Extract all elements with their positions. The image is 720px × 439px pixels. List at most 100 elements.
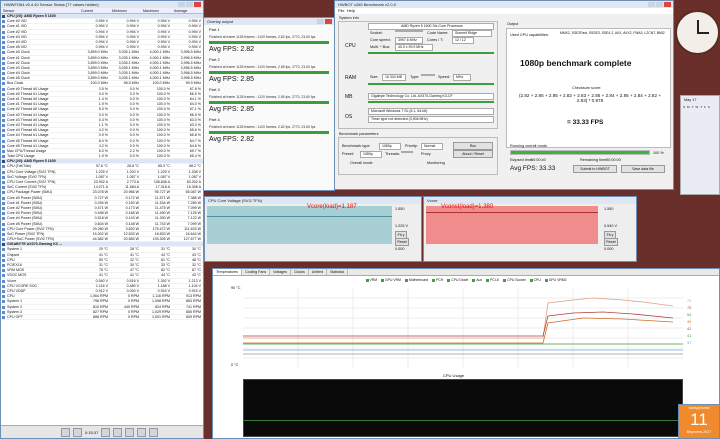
minimize-icon[interactable] — [317, 19, 324, 24]
column-minimum[interactable]: Minimum — [110, 8, 141, 13]
hwinfo-titlebar[interactable]: HWiNFO64 v5.4.40 Sensor Status [77 value… — [1, 1, 203, 8]
part-avg-fps: Avg FPS: 2.85 — [209, 106, 255, 113]
average-value: 1.104 V — [188, 283, 201, 288]
checkbox-icon[interactable] — [472, 278, 476, 282]
overall-mode-checkbox[interactable]: Overall mode — [350, 161, 373, 165]
voltage-reset-button[interactable]: Reset — [395, 238, 409, 246]
submit-button[interactable]: Submit to HWBOT — [573, 165, 617, 173]
benchmark-titlebar[interactable]: HWBOT x265 Benchmark v2.0.0 — [335, 1, 673, 8]
legend-item[interactable]: GPU VRM — [381, 278, 401, 282]
sensor-list[interactable]: CPU [#0]: AMD Ryzen 5 1600 Core #0 VID 0.9… — [1, 14, 203, 321]
vcore-reset-button[interactable]: Reset — [604, 238, 618, 246]
minimum-value: 0.0 % — [129, 154, 139, 159]
average-value: 58.2 °C — [188, 164, 201, 169]
average-value: 3,996.5 MHz — [180, 76, 201, 81]
legend-item[interactable]: VRM — [365, 278, 377, 282]
minimize-icon[interactable] — [178, 2, 185, 7]
column-average[interactable]: Average — [172, 8, 203, 13]
tab-clocks[interactable]: Clocks — [291, 269, 309, 275]
legend-item[interactable]: Motherboard — [404, 278, 428, 282]
save-data-button[interactable]: Save data file — [621, 165, 665, 173]
maximum-value: 11.490 W — [154, 211, 170, 216]
current-value: 798 RPM — [93, 299, 108, 304]
checkbox-icon[interactable] — [544, 278, 548, 282]
legend-item[interactable]: GPU VRM2 — [544, 278, 567, 282]
checkbox-icon[interactable] — [365, 278, 369, 282]
menu-help[interactable]: Help — [347, 8, 355, 13]
maximize-icon[interactable] — [186, 2, 193, 7]
proxy-checkbox[interactable]: Proxy — [421, 152, 431, 156]
legend-item[interactable]: CPU — [529, 278, 541, 282]
tab-temperatures[interactable]: Temperatures — [213, 269, 242, 275]
checkbox-icon[interactable] — [432, 278, 436, 282]
column-current[interactable]: Current — [79, 8, 110, 13]
minimum-value — [110, 242, 141, 246]
reset-icon[interactable] — [137, 427, 147, 437]
nav-right-icon[interactable] — [73, 427, 82, 437]
close-sensors-icon[interactable] — [149, 427, 159, 437]
legend-item[interactable]: CPU Diode — [447, 278, 468, 282]
overlay-titlebar[interactable]: Overlay output — [204, 18, 334, 25]
vcore-graph-titlebar[interactable]: Vcore — [424, 197, 636, 204]
part-label: Part 3 — [209, 87, 220, 92]
preset-select[interactable]: 1080p — [360, 151, 382, 158]
checkbox-icon[interactable] — [529, 278, 533, 282]
checkbox-icon[interactable] — [503, 278, 507, 282]
average-value: 66.5 % — [189, 112, 201, 117]
weekday-label: S — [683, 105, 686, 109]
run-button[interactable]: Run — [453, 142, 493, 150]
threads-select[interactable] — [401, 151, 413, 153]
voltage-note: Vcore(load)=1.187 — [307, 204, 357, 210]
close-icon[interactable] — [194, 2, 201, 7]
legend-item[interactable]: PCH — [432, 278, 443, 282]
current-value: 41 °C — [98, 273, 108, 278]
tab-statistics[interactable]: Statistics — [327, 269, 349, 275]
tab-unified[interactable]: Unified — [309, 269, 327, 275]
maximize-icon[interactable] — [656, 2, 663, 7]
checkbox-icon[interactable] — [404, 278, 408, 282]
sensor-name: PCIEX16 — [1, 263, 79, 268]
bench-type-select[interactable]: 1080p — [379, 143, 401, 150]
column-sensor[interactable]: Sensor — [1, 8, 79, 13]
progress-fill — [511, 151, 649, 154]
maximum-value: 100.0 % — [156, 138, 170, 143]
temperature-legend: VRM GPU VRM Motherboard PCH CPU Diode Aux PCI-… — [213, 278, 719, 282]
checkbox-icon[interactable] — [486, 278, 490, 282]
tab-cooling-fans[interactable]: Cooling Fans — [242, 269, 271, 275]
legend-item[interactable]: Aux — [472, 278, 482, 282]
maximum-value: 11.571 W — [154, 195, 170, 200]
legend-item[interactable]: CPU Socket — [503, 278, 526, 282]
minimum-value: 0.0 % — [129, 128, 139, 133]
sensor-name: Core #5 Thread #0 Usage — [1, 139, 79, 143]
sensor-name: Core #4 Power (SMU) — [1, 216, 79, 221]
average-value: 7.289 W — [187, 200, 201, 205]
clock-gadget[interactable] — [675, 10, 720, 55]
priority-select[interactable]: Normal — [421, 143, 443, 150]
add-icon[interactable] — [113, 427, 123, 437]
clock-icon[interactable] — [101, 427, 111, 437]
column-maximum[interactable]: Maximum — [141, 8, 172, 13]
monitoring-checkbox[interactable]: Monitoring — [427, 161, 445, 165]
tab-voltages[interactable]: Voltages — [270, 269, 291, 275]
about-reset-button[interactable]: About / Reset — [453, 150, 493, 158]
checkbox-icon[interactable] — [381, 278, 385, 282]
sensor-name: GIGABYTE AX370-Gaming K3 ... — [1, 242, 79, 247]
close-icon[interactable] — [325, 19, 332, 24]
calendar-gadget[interactable]: May 17 SMTWTFS — [680, 95, 720, 195]
settings-icon[interactable] — [125, 427, 135, 437]
date-gadget[interactable]: понедельник 11 Вересень 2017 — [678, 404, 720, 439]
nav-left-icon[interactable] — [61, 427, 70, 437]
sensor-row[interactable]: CPU OPT 888 RPM 0 RPM 1,001 RPM 839 RPM — [1, 315, 203, 321]
voltage-graph-titlebar[interactable]: CPU Core Voltage (SVI2 TFN) — [205, 197, 421, 204]
close-icon[interactable] — [664, 2, 671, 7]
minimize-icon[interactable] — [648, 2, 655, 7]
menu-file[interactable]: File — [338, 8, 344, 13]
legend-item[interactable]: PCI-E — [486, 278, 499, 282]
part-avg-fps: Avg FPS: 2.82 — [209, 46, 255, 53]
current-value: 1.9 % — [98, 102, 108, 107]
vcore-graph-plot: Vconst(load)=1.380 — [426, 204, 598, 244]
minimum-value: 0.0 % — [129, 107, 139, 112]
checkbox-icon[interactable] — [447, 278, 451, 282]
average-value: 0.915 V — [188, 288, 201, 293]
sensor-name: Core #1 VID — [1, 24, 79, 29]
